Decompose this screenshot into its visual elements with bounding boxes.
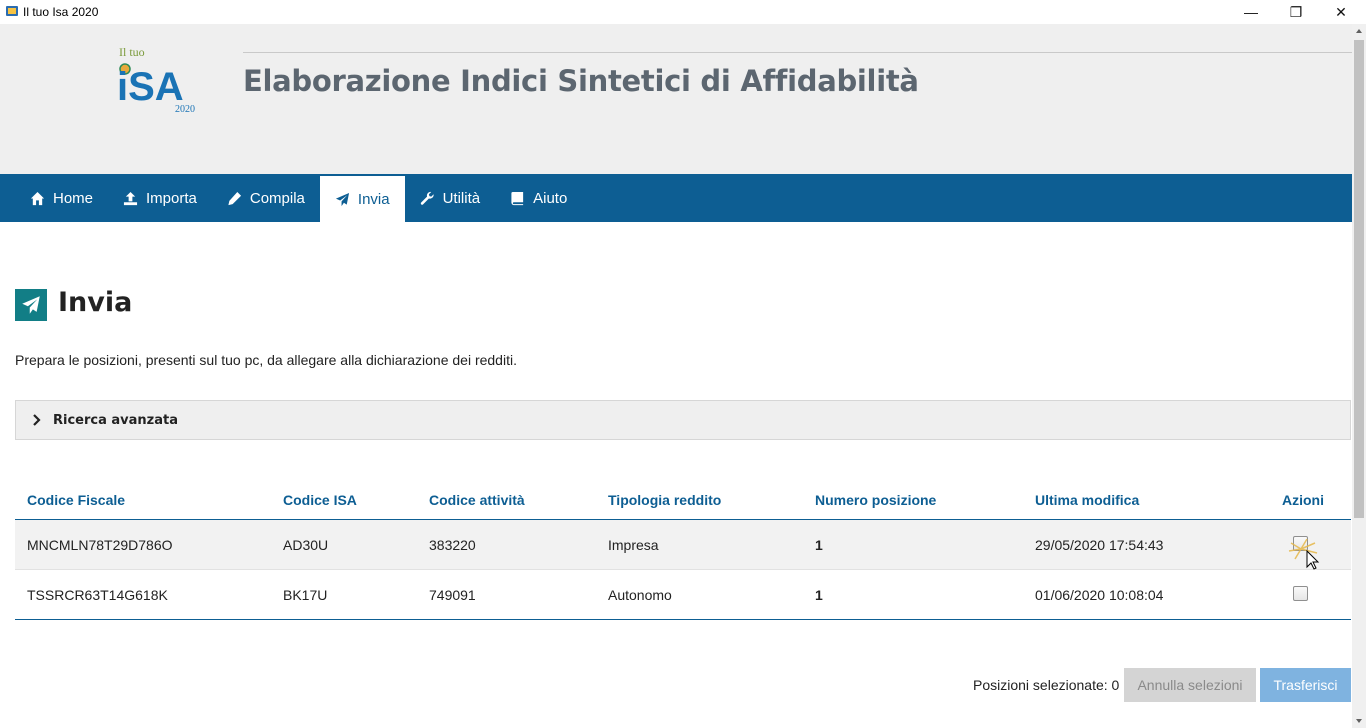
pencil-icon <box>228 191 241 205</box>
isa-logo: Il tuo iSA 2020 <box>117 45 195 115</box>
advanced-search-label: Ricerca avanzata <box>53 412 179 428</box>
scroll-up-arrow-icon[interactable] <box>1352 24 1366 38</box>
th-tipologia-reddito[interactable]: Tipologia reddito <box>608 492 721 508</box>
home-icon <box>30 191 45 205</box>
app-header: Il tuo iSA 2020 Elaborazione Indici Sint… <box>0 24 1352 174</box>
cell-tipologia-reddito: Impresa <box>608 537 659 553</box>
paper-plane-icon <box>22 296 40 314</box>
maximize-button[interactable]: ❐ <box>1273 0 1319 24</box>
nav-item-home[interactable]: Home <box>0 174 108 222</box>
app-title: Elaborazione Indici Sintetici di Affidab… <box>243 64 919 98</box>
book-icon <box>511 191 524 205</box>
cell-ultima-modifica: 01/06/2020 10:08:04 <box>1035 587 1164 603</box>
nav-label-aiuto: Aiuto <box>533 189 568 207</box>
cancel-selection-button[interactable]: Annulla selezioni <box>1124 668 1256 702</box>
selected-positions-count: Posizioni selezionate: 0 <box>973 677 1120 693</box>
table-row[interactable]: TSSRCR63T14G618K BK17U 749091 Autonomo 1… <box>15 570 1351 620</box>
nav-item-invia[interactable]: Invia <box>319 176 405 222</box>
transfer-button[interactable]: Trasferisci <box>1260 668 1351 702</box>
logo-year: 2020 <box>175 104 195 115</box>
close-icon: ✕ <box>1335 3 1347 20</box>
table-row[interactable]: MNCMLN78T29D786O AD30U 383220 Impresa 1 … <box>15 520 1351 570</box>
nav-label-utilita: Utilità <box>442 189 481 207</box>
cell-codice-fiscale: TSSRCR63T14G618K <box>27 587 168 603</box>
upload-icon <box>123 191 138 205</box>
th-azioni: Azioni <box>1282 492 1324 508</box>
chevron-right-icon <box>33 414 41 426</box>
cell-numero-posizione: 1 <box>815 587 823 603</box>
mouse-cursor-icon <box>1288 538 1320 570</box>
cell-codice-attivita: 383220 <box>429 537 476 553</box>
scroll-down-arrow-icon[interactable] <box>1352 714 1366 728</box>
nav-item-utilita[interactable]: Utilità <box>405 174 496 222</box>
page-description: Prepara le posizioni, presenti sul tuo p… <box>15 352 517 368</box>
cell-codice-attivita: 749091 <box>429 587 476 603</box>
wrench-icon <box>420 191 434 205</box>
cell-codice-fiscale: MNCMLN78T29D786O <box>27 537 173 553</box>
th-codice-attivita[interactable]: Codice attività <box>429 492 525 508</box>
window-titlebar: Il tuo Isa 2020 — ❐ ✕ <box>0 0 1366 24</box>
main-nav: Home Importa Compila Invia Utilità Aiuto <box>0 174 1352 222</box>
th-codice-isa[interactable]: Codice ISA <box>283 492 357 508</box>
minimize-button[interactable]: — <box>1228 0 1274 24</box>
nav-label-compila: Compila <box>249 189 305 207</box>
row-select-checkbox[interactable] <box>1293 586 1308 601</box>
cell-ultima-modifica: 29/05/2020 17:54:43 <box>1035 537 1164 553</box>
th-codice-fiscale[interactable]: Codice Fiscale <box>27 492 125 508</box>
advanced-search-toggle[interactable]: Ricerca avanzata <box>15 400 1351 440</box>
nav-label-importa: Importa <box>146 189 197 207</box>
scrollbar-thumb[interactable] <box>1354 40 1364 518</box>
page-title-icon-box <box>15 289 47 321</box>
th-ultima-modifica[interactable]: Ultima modifica <box>1035 492 1139 508</box>
app-icon <box>6 6 18 16</box>
cell-codice-isa: BK17U <box>283 587 328 603</box>
nav-item-compila[interactable]: Compila <box>212 174 320 222</box>
window-title: Il tuo Isa 2020 <box>23 5 99 19</box>
nav-label-invia: Invia <box>357 190 390 208</box>
cell-tipologia-reddito: Autonomo <box>608 587 672 603</box>
paper-plane-icon <box>335 192 349 206</box>
header-divider <box>243 52 1352 53</box>
restore-icon: ❐ <box>1289 3 1303 20</box>
nav-item-importa[interactable]: Importa <box>108 174 212 222</box>
minimize-icon: — <box>1244 4 1258 20</box>
vertical-scrollbar[interactable] <box>1352 24 1366 728</box>
th-numero-posizione[interactable]: Numero posizione <box>815 492 936 508</box>
positions-table: Codice Fiscale Codice ISA Codice attivit… <box>15 480 1351 620</box>
table-header: Codice Fiscale Codice ISA Codice attivit… <box>15 480 1351 520</box>
nav-item-aiuto[interactable]: Aiuto <box>495 174 582 222</box>
close-button[interactable]: ✕ <box>1318 0 1364 24</box>
logo-line2: iSA <box>117 65 184 109</box>
nav-label-home: Home <box>53 189 94 207</box>
logo-line1: Il tuo <box>119 45 145 59</box>
cell-numero-posizione: 1 <box>815 537 823 553</box>
page-title: Invia <box>58 287 133 318</box>
cell-codice-isa: AD30U <box>283 537 329 553</box>
